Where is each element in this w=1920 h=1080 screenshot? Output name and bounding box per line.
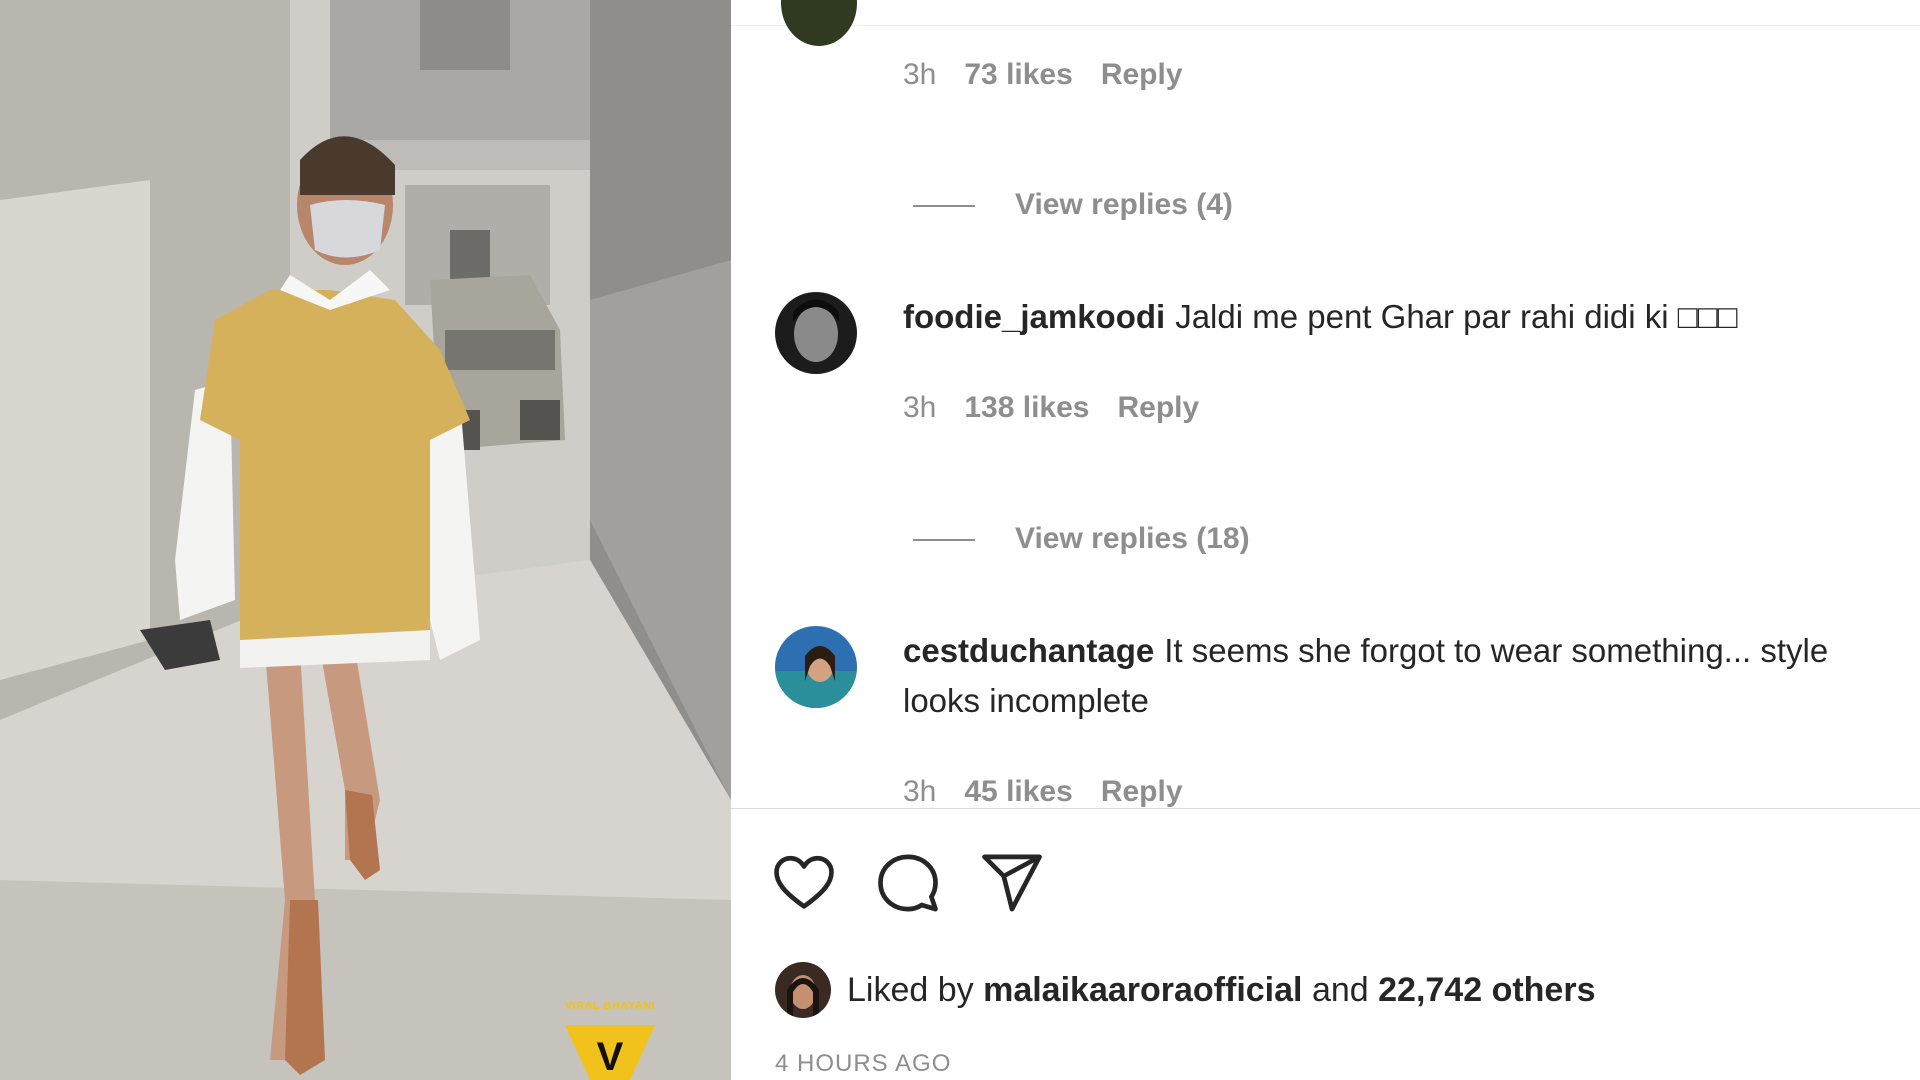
svg-text:V: V <box>597 1035 624 1079</box>
reply-button[interactable]: Reply <box>1118 391 1200 424</box>
comment-text: Jaldi me pent Ghar par rahi didi ki □□□ <box>1175 298 1738 335</box>
liked-by-prefix: Liked by <box>847 971 974 1009</box>
divider <box>731 808 1920 809</box>
liked-by-user-link[interactable]: malaikaaroraofficial <box>983 971 1302 1009</box>
avatar-photo <box>775 292 857 374</box>
liked-by-summary: Liked by malaikaaroraofficial and 22,742… <box>775 960 1875 1020</box>
watermark-logo-icon: V <box>565 1025 655 1080</box>
view-replies-button[interactable]: View replies (18) <box>913 519 1250 559</box>
comment-likes[interactable]: 45 likes <box>964 775 1072 808</box>
comment-meta: 3h 73 likes Reply <box>903 55 1211 95</box>
action-bar <box>771 850 1071 916</box>
comment-username[interactable]: cestduchantage <box>903 632 1154 669</box>
watermark: VIRAL BHAYANI V <box>560 1000 660 1080</box>
view-replies-line <box>913 539 975 542</box>
share-button[interactable] <box>979 850 1045 916</box>
comment-likes[interactable]: 138 likes <box>964 391 1089 424</box>
reply-button[interactable]: Reply <box>1101 58 1183 91</box>
commenter-avatar[interactable] <box>775 292 857 374</box>
comment-body: cestduchantage It seems she forgot to wea… <box>903 626 1903 726</box>
post-timestamp: 4 HOURS AGO <box>775 1050 952 1077</box>
commenter-avatar[interactable] <box>781 0 857 46</box>
comment-likes[interactable]: 73 likes <box>964 58 1072 91</box>
view-replies-label: View replies (18) <box>1015 522 1250 555</box>
liker-avatar[interactable] <box>775 962 831 1018</box>
liked-by-and: and <box>1311 971 1369 1009</box>
like-button[interactable] <box>771 850 837 916</box>
post-photo <box>0 0 731 1080</box>
paper-plane-icon <box>982 854 1042 912</box>
view-replies-line <box>913 205 975 208</box>
comment-button[interactable] <box>875 850 941 916</box>
comment-time: 3h <box>903 775 937 808</box>
commenter-avatar[interactable] <box>775 626 857 708</box>
reply-button[interactable]: Reply <box>1101 775 1183 808</box>
avatar-photo <box>775 962 831 1018</box>
comment-meta: 3h 45 likes Reply <box>903 772 1211 808</box>
heart-icon <box>774 855 834 909</box>
liked-by-text: Liked by malaikaaroraofficial and 22,742… <box>847 970 1595 1010</box>
comments-list[interactable]: 3h 73 likes Reply View replies (4) foodie_… <box>731 0 1920 808</box>
instagram-post-view: VIRAL BHAYANI V 3h 73 likes Reply View rep… <box>0 0 1920 1080</box>
comment-icon <box>878 854 938 912</box>
view-replies-button[interactable]: View replies (4) <box>913 185 1233 225</box>
view-replies-label: View replies (4) <box>1015 188 1233 221</box>
comment-username[interactable]: foodie_jamkoodi <box>903 298 1165 335</box>
avatar-photo <box>775 626 857 708</box>
comments-panel: 3h 73 likes Reply View replies (4) foodie_… <box>731 0 1920 1080</box>
comment-meta: 3h 138 likes Reply <box>903 388 1227 428</box>
comment-time: 3h <box>903 58 937 91</box>
comment-time: 3h <box>903 391 937 424</box>
comment-body: foodie_jamkoodi Jaldi me pent Ghar par ra… <box>903 292 1903 342</box>
post-media-image[interactable]: VIRAL BHAYANI V <box>0 0 731 1080</box>
likes-count-link[interactable]: 22,742 others <box>1378 971 1595 1009</box>
watermark-text: VIRAL BHAYANI <box>564 1000 656 1012</box>
